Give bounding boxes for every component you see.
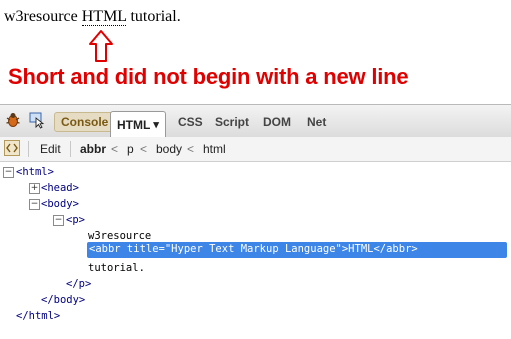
sentence-prefix: w3resource: [4, 8, 82, 25]
tree-node-body-close: </body>: [41, 294, 86, 306]
breadcrumb-item-abbr[interactable]: abbr: [80, 142, 106, 156]
breadcrumb: Edit abbr < p < body < html: [0, 137, 511, 162]
breadcrumb-separator: <: [187, 142, 195, 156]
divider: [70, 141, 71, 157]
tree-node-html-close: </html>: [16, 310, 61, 322]
tree-node-abbr-selected[interactable]: <abbr title="Hyper Text Markup Language"…: [87, 242, 507, 258]
tab-script[interactable]: Script: [209, 112, 255, 132]
tree-node-p-close: </p>: [66, 278, 92, 290]
tab-html-label: HTML: [117, 117, 151, 132]
breadcrumb-item-html[interactable]: html: [203, 142, 226, 156]
tree-node-head[interactable]: <head>: [41, 182, 79, 194]
collapse-icon[interactable]: −: [29, 199, 40, 210]
firebug-toolbar: Console HTML ▾ CSS Script DOM Net: [0, 104, 511, 138]
expand-icon[interactable]: +: [29, 183, 40, 194]
breadcrumb-item-p[interactable]: p: [127, 142, 134, 156]
edit-button[interactable]: Edit: [40, 142, 61, 156]
divider: [28, 141, 29, 157]
tab-dom[interactable]: DOM: [257, 112, 297, 132]
tab-css[interactable]: CSS: [172, 112, 209, 132]
tree-text-node: w3resource: [88, 230, 152, 242]
tab-html[interactable]: HTML ▾: [110, 111, 166, 137]
chevron-down-icon[interactable]: ▾: [153, 118, 159, 131]
expand-panel-icon[interactable]: [2, 138, 22, 158]
tab-console[interactable]: Console: [54, 112, 116, 132]
collapse-icon[interactable]: −: [53, 215, 64, 226]
sentence-suffix: tutorial.: [126, 8, 181, 25]
tree-node-body[interactable]: <body>: [41, 198, 79, 210]
annotation-arrow: [89, 30, 113, 62]
breadcrumb-item-body[interactable]: body: [156, 142, 182, 156]
rendered-sentence: w3resource HTML tutorial.: [4, 8, 181, 26]
breadcrumb-separator: <: [111, 142, 119, 156]
abbr-element[interactable]: HTML: [81, 8, 127, 26]
breadcrumb-separator: <: [140, 142, 148, 156]
tree-node-html[interactable]: <html>: [16, 166, 54, 178]
selected-node-text: <abbr title="Hyper Text Markup Language"…: [89, 243, 418, 255]
tree-node-p[interactable]: <p>: [66, 214, 85, 226]
tab-net[interactable]: Net: [301, 112, 332, 132]
inspect-icon[interactable]: [26, 109, 48, 131]
firebug-bug-icon[interactable]: [2, 109, 24, 131]
collapse-icon[interactable]: −: [3, 167, 14, 178]
tree-text-node: tutorial.: [88, 262, 145, 274]
annotation-text: Short and did not begin with a new line: [8, 64, 409, 89]
